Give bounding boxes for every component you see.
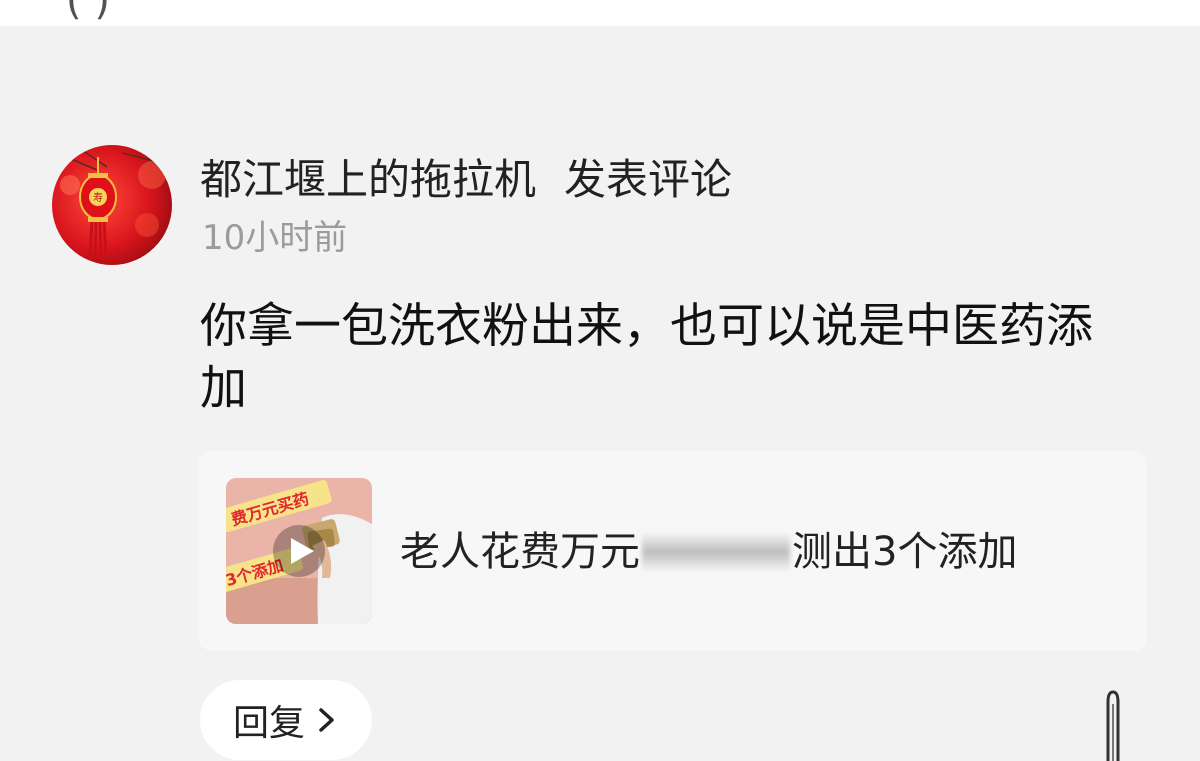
avatar[interactable]: 寿 [52,145,172,265]
cut-off-header-text: ( ) [66,0,110,24]
video-title-end: 测出3个添加 [792,529,1018,575]
chevron-right-icon [319,708,334,732]
reply-label: 回复 [232,703,305,744]
comment-text: 你拿一包洗衣粉出来，也可以说是中医药添加 [200,299,1093,416]
scroll-handle[interactable] [1100,690,1126,761]
video-thumbnail[interactable]: 费万元买药 3个添加 [226,478,372,624]
reply-button[interactable]: 回复 [200,680,372,760]
comment-timestamp: 10小时前 [202,218,348,258]
video-card[interactable]: 费万元买药 3个添加 老人花费万元 测出3个添加 [198,451,1147,651]
video-title-start: 老人花费万元 [400,529,640,575]
author-name[interactable]: 都江堰上的拖拉机 [200,155,536,204]
svg-text:寿: 寿 [93,191,103,204]
video-title[interactable]: 老人花费万元 测出3个添加 [400,525,1017,579]
play-icon[interactable] [273,525,325,577]
top-bar-partial: ( ) [0,0,1200,26]
comment-header: 都江堰上的拖拉机 发表评论 [200,150,732,210]
thumbnail-image: 费万元买药 3个添加 [226,478,372,624]
blurred-text-redaction [642,532,790,572]
comment-action-label: 发表评论 [564,155,733,204]
lantern-avatar-image: 寿 [52,145,172,265]
